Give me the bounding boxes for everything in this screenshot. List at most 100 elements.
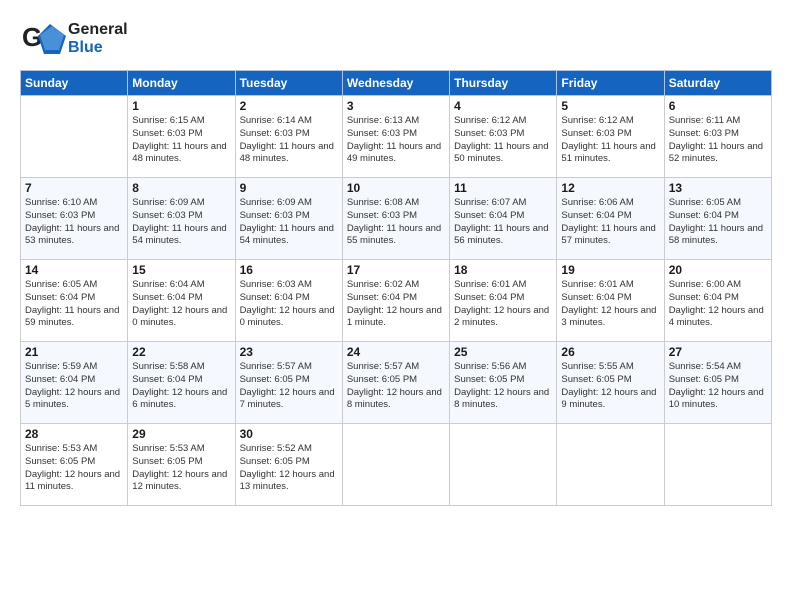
day-number: 22 [132,345,230,359]
calendar-cell: 3 Sunrise: 6:13 AM Sunset: 6:03 PM Daylig… [342,96,449,178]
day-number: 21 [25,345,123,359]
calendar-cell [342,424,449,506]
calendar-cell: 12 Sunrise: 6:06 AM Sunset: 6:04 PM Dayli… [557,178,664,260]
weekday-header: Saturday [664,71,771,96]
calendar-cell: 17 Sunrise: 6:02 AM Sunset: 6:04 PM Dayli… [342,260,449,342]
calendar-cell: 5 Sunrise: 6:12 AM Sunset: 6:03 PM Daylig… [557,96,664,178]
calendar-cell: 22 Sunrise: 5:58 AM Sunset: 6:04 PM Dayli… [128,342,235,424]
day-number: 4 [454,99,552,113]
calendar-cell [557,424,664,506]
calendar-cell: 13Sunrise: 6:05 AM Sunset: 6:04 PM Dayli… [664,178,771,260]
weekday-header: Monday [128,71,235,96]
day-info: Sunrise: 6:01 AM Sunset: 6:04 PM Dayligh… [561,279,659,330]
weekday-header: Friday [557,71,664,96]
day-info: Sunrise: 6:14 AM Sunset: 6:03 PM Dayligh… [240,115,338,166]
day-number: 5 [561,99,659,113]
day-number: 20 [669,263,767,277]
calendar-cell: 27 Sunrise: 5:54 AM Sunset: 6:05 PM Dayli… [664,342,771,424]
day-info: Sunrise: 5:53 AM Sunset: 6:05 PM Dayligh… [25,443,123,494]
calendar-cell [450,424,557,506]
day-info: Sunrise: 5:59 AM Sunset: 6:04 PM Dayligh… [25,361,123,412]
calendar-cell: 29 Sunrise: 5:53 AM Sunset: 6:05 PM Dayli… [128,424,235,506]
day-number: 7 [25,181,123,195]
calendar-cell: 25Sunrise: 5:56 AM Sunset: 6:05 PM Dayli… [450,342,557,424]
day-number: 6 [669,99,767,113]
day-info: Sunrise: 6:06 AM Sunset: 6:04 PM Dayligh… [561,197,659,248]
day-number: 11 [454,181,552,195]
calendar-cell: 20 Sunrise: 6:00 AM Sunset: 6:04 PM Dayli… [664,260,771,342]
day-info: Sunrise: 5:53 AM Sunset: 6:05 PM Dayligh… [132,443,230,494]
day-number: 3 [347,99,445,113]
day-info: Sunrise: 6:03 AM Sunset: 6:04 PM Dayligh… [240,279,338,330]
calendar-cell: 15Sunrise: 6:04 AM Sunset: 6:04 PM Dayli… [128,260,235,342]
day-info: Sunrise: 6:00 AM Sunset: 6:04 PM Dayligh… [669,279,767,330]
day-info: Sunrise: 6:05 AM Sunset: 6:04 PM Dayligh… [25,279,123,330]
day-info: Sunrise: 6:08 AM Sunset: 6:03 PM Dayligh… [347,197,445,248]
day-number: 9 [240,181,338,195]
calendar-week-row: 14 Sunrise: 6:05 AM Sunset: 6:04 PM Dayli… [21,260,772,342]
day-number: 13 [669,181,767,195]
day-info: Sunrise: 6:12 AM Sunset: 6:03 PM Dayligh… [454,115,552,166]
day-info: Sunrise: 5:58 AM Sunset: 6:04 PM Dayligh… [132,361,230,412]
day-info: Sunrise: 6:10 AM Sunset: 6:03 PM Dayligh… [25,197,123,248]
calendar-cell [664,424,771,506]
day-info: Sunrise: 5:57 AM Sunset: 6:05 PM Dayligh… [347,361,445,412]
day-number: 12 [561,181,659,195]
calendar-cell: 2 Sunrise: 6:14 AM Sunset: 6:03 PM Daylig… [235,96,342,178]
calendar-cell: 7 Sunrise: 6:10 AM Sunset: 6:03 PM Daylig… [21,178,128,260]
calendar-week-row: 1 Sunrise: 6:15 AM Sunset: 6:03 PM Daylig… [21,96,772,178]
day-number: 17 [347,263,445,277]
day-info: Sunrise: 5:55 AM Sunset: 6:05 PM Dayligh… [561,361,659,412]
day-info: Sunrise: 6:07 AM Sunset: 6:04 PM Dayligh… [454,197,552,248]
calendar-week-row: 7 Sunrise: 6:10 AM Sunset: 6:03 PM Daylig… [21,178,772,260]
day-number: 26 [561,345,659,359]
calendar-cell: 16 Sunrise: 6:03 AM Sunset: 6:04 PM Dayli… [235,260,342,342]
day-info: Sunrise: 6:15 AM Sunset: 6:03 PM Dayligh… [132,115,230,166]
logo-svg: G [20,18,70,60]
weekday-header-row: SundayMondayTuesdayWednesdayThursdayFrid… [21,71,772,96]
day-number: 1 [132,99,230,113]
day-number: 19 [561,263,659,277]
day-number: 30 [240,427,338,441]
calendar-cell: 18 Sunrise: 6:01 AM Sunset: 6:04 PM Dayli… [450,260,557,342]
day-number: 2 [240,99,338,113]
day-info: Sunrise: 6:04 AM Sunset: 6:04 PM Dayligh… [132,279,230,330]
page-header: G GeneralBlue [20,18,772,60]
day-number: 16 [240,263,338,277]
weekday-header: Wednesday [342,71,449,96]
calendar-cell: 14 Sunrise: 6:05 AM Sunset: 6:04 PM Dayli… [21,260,128,342]
day-info: Sunrise: 6:12 AM Sunset: 6:03 PM Dayligh… [561,115,659,166]
calendar-cell: 30 Sunrise: 5:52 AM Sunset: 6:05 PM Dayli… [235,424,342,506]
day-info: Sunrise: 6:02 AM Sunset: 6:04 PM Dayligh… [347,279,445,330]
day-number: 28 [25,427,123,441]
day-number: 27 [669,345,767,359]
day-info: Sunrise: 5:57 AM Sunset: 6:05 PM Dayligh… [240,361,338,412]
calendar-week-row: 28 Sunrise: 5:53 AM Sunset: 6:05 PM Dayli… [21,424,772,506]
day-number: 29 [132,427,230,441]
calendar-cell: 24Sunrise: 5:57 AM Sunset: 6:05 PM Dayli… [342,342,449,424]
calendar-cell: 1 Sunrise: 6:15 AM Sunset: 6:03 PM Daylig… [128,96,235,178]
weekday-header: Tuesday [235,71,342,96]
day-number: 25 [454,345,552,359]
day-info: Sunrise: 6:13 AM Sunset: 6:03 PM Dayligh… [347,115,445,166]
calendar-week-row: 21 Sunrise: 5:59 AM Sunset: 6:04 PM Dayli… [21,342,772,424]
day-number: 10 [347,181,445,195]
calendar-cell: 11 Sunrise: 6:07 AM Sunset: 6:04 PM Dayli… [450,178,557,260]
calendar-cell: 26 Sunrise: 5:55 AM Sunset: 6:05 PM Dayli… [557,342,664,424]
calendar-cell: 23 Sunrise: 5:57 AM Sunset: 6:05 PM Dayli… [235,342,342,424]
day-info: Sunrise: 6:01 AM Sunset: 6:04 PM Dayligh… [454,279,552,330]
logo-label: GeneralBlue [68,21,128,56]
day-number: 14 [25,263,123,277]
calendar-cell [21,96,128,178]
day-info: Sunrise: 5:54 AM Sunset: 6:05 PM Dayligh… [669,361,767,412]
calendar-cell: 19 Sunrise: 6:01 AM Sunset: 6:04 PM Dayli… [557,260,664,342]
day-info: Sunrise: 6:11 AM Sunset: 6:03 PM Dayligh… [669,115,767,166]
weekday-header: Sunday [21,71,128,96]
day-number: 18 [454,263,552,277]
day-info: Sunrise: 5:52 AM Sunset: 6:05 PM Dayligh… [240,443,338,494]
day-number: 23 [240,345,338,359]
calendar-cell: 9Sunrise: 6:09 AM Sunset: 6:03 PM Daylig… [235,178,342,260]
logo: G GeneralBlue [20,18,128,60]
calendar-cell: 6 Sunrise: 6:11 AM Sunset: 6:03 PM Daylig… [664,96,771,178]
calendar-cell: 8Sunrise: 6:09 AM Sunset: 6:03 PM Daylig… [128,178,235,260]
